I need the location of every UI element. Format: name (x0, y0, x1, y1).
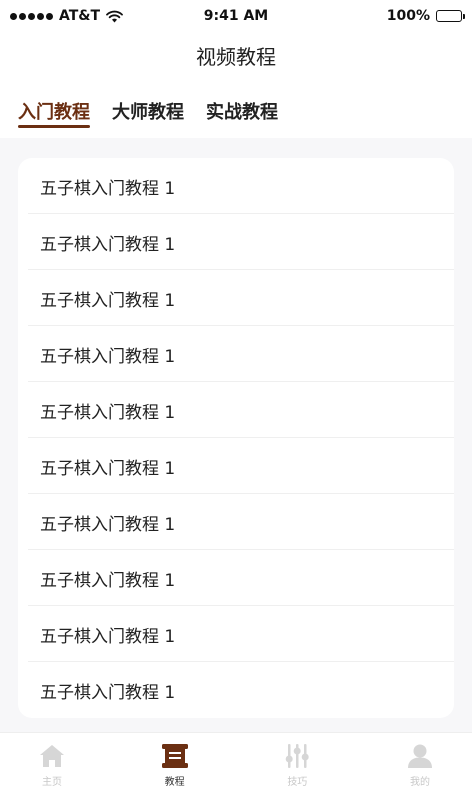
list-item[interactable]: 五子棋入门教程 1 (18, 662, 454, 718)
tabbar-tips[interactable]: 技巧 (267, 733, 327, 792)
tabbar-mine-label: 我的 (409, 777, 430, 788)
tabbar-home-label: 主页 (42, 777, 62, 788)
tabbar-tutorial[interactable]: 教程 (145, 733, 205, 792)
tabbar-home[interactable]: 主页 (22, 733, 82, 792)
category-tabs: 入门教程 大师教程 实战教程 (0, 88, 472, 136)
list-item[interactable]: 五子棋入门教程 1 (18, 158, 454, 214)
scroll-icon (161, 744, 188, 768)
status-left: AT&T (10, 8, 170, 24)
status-time: 9:41 AM (203, 8, 269, 24)
list-item[interactable]: 五子棋入门教程 1 (18, 606, 454, 662)
battery-icon (436, 10, 465, 22)
bottom-tab-bar: 主页 教程 技巧 我的 (0, 732, 472, 792)
wifi-icon (106, 10, 123, 22)
page-title: 视频教程 (0, 32, 472, 78)
sliders-icon (286, 744, 310, 768)
list-item[interactable]: 五子棋入门教程 1 (18, 214, 454, 270)
list-item[interactable]: 五子棋入门教程 1 (18, 438, 454, 494)
list-item[interactable]: 五子棋入门教程 1 (18, 382, 454, 438)
status-bar: AT&T 9:41 AM 100% (0, 0, 472, 32)
content-area: 五子棋入门教程 1 五子棋入门教程 1 五子棋入门教程 1 五子棋入门教程 1 … (0, 138, 472, 732)
list-item[interactable]: 五子棋入门教程 1 (18, 494, 454, 550)
battery-percent: 100% (386, 8, 430, 24)
tab-master[interactable]: 大师教程 (112, 88, 184, 130)
user-icon (407, 744, 432, 768)
tabbar-mine[interactable]: 我的 (390, 733, 450, 792)
list-item[interactable]: 五子棋入门教程 1 (18, 550, 454, 606)
home-icon (40, 745, 64, 767)
status-right: 100% (302, 8, 465, 24)
tabbar-tips-label: 技巧 (287, 777, 308, 788)
tabbar-tutorial-label: 教程 (164, 777, 185, 788)
tab-practice[interactable]: 实战教程 (206, 88, 278, 130)
tab-beginner[interactable]: 入门教程 (18, 88, 90, 130)
carrier-label: AT&T (59, 8, 101, 24)
list-item[interactable]: 五子棋入门教程 1 (18, 326, 454, 382)
list-item[interactable]: 五子棋入门教程 1 (18, 270, 454, 326)
signal-icon (10, 12, 53, 20)
tutorial-list: 五子棋入门教程 1 五子棋入门教程 1 五子棋入门教程 1 五子棋入门教程 1 … (18, 158, 454, 718)
